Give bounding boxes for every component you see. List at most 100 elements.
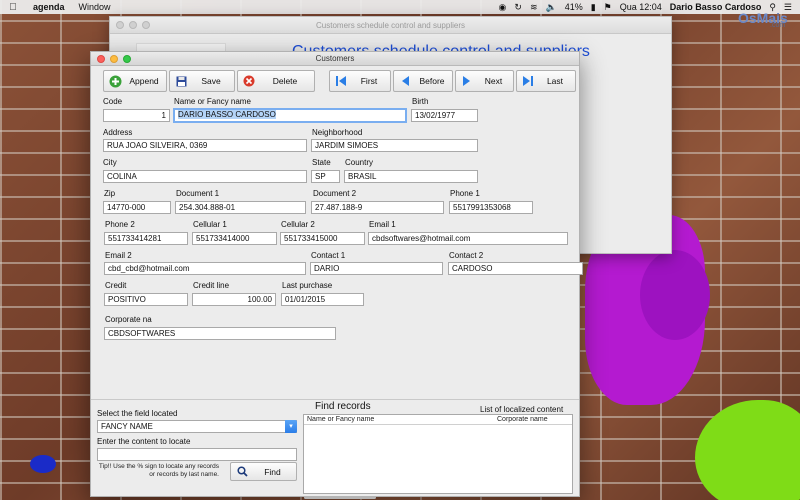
zip-field[interactable]: 14770-000 — [103, 201, 171, 214]
column-header-name[interactable]: Name or Fancy name — [304, 415, 494, 424]
country-label: Country — [345, 158, 374, 167]
battery-icon: ▮ — [590, 1, 596, 12]
next-button[interactable]: Next — [455, 70, 514, 92]
email2-label: Email 2 — [105, 251, 132, 260]
customers-window[interactable]: Customers Append Save Delete First Befor… — [90, 51, 583, 499]
clock[interactable]: Qua 12:04 — [620, 2, 662, 12]
close-icon[interactable] — [97, 55, 105, 63]
battery-percent[interactable]: 41% — [565, 2, 583, 12]
results-header: Name or Fancy name Corporate name — [304, 415, 572, 425]
state-label: State — [312, 158, 331, 167]
close-icon[interactable] — [116, 21, 124, 29]
zip-label: Zip — [104, 189, 116, 198]
window-title: Customers — [315, 54, 355, 63]
floppy-icon — [174, 74, 188, 88]
document1-label: Document 1 — [176, 189, 220, 198]
find-records-title: Find records — [315, 401, 371, 412]
delete-button[interactable]: Delete — [237, 70, 315, 92]
code-label: Code — [103, 97, 123, 106]
name-label: Name or Fancy name — [174, 97, 251, 106]
email1-label: Email 1 — [369, 220, 396, 229]
birth-field[interactable]: 13/02/1977 — [411, 109, 478, 122]
zoom-icon[interactable] — [142, 21, 150, 29]
first-button[interactable]: First — [329, 70, 391, 92]
contact2-field[interactable]: CARDOSO — [448, 262, 583, 275]
email1-field[interactable]: cbdsoftwares@hotmail.com — [368, 232, 568, 245]
cellular1-field[interactable]: 551733414000 — [192, 232, 277, 245]
save-button[interactable]: Save — [169, 70, 235, 92]
phone1-label: Phone 1 — [450, 189, 480, 198]
birth-label: Birth — [412, 97, 429, 106]
phone2-field[interactable]: 551733414281 — [104, 232, 188, 245]
field-select[interactable]: FANCY NAME ▾ — [97, 420, 297, 433]
flag-icon[interactable]: ⚑ — [604, 2, 612, 13]
column-header-corporate[interactable]: Corporate name — [494, 415, 572, 424]
credit-line-field[interactable]: 100.00 — [192, 293, 276, 306]
document2-field[interactable]: 27.487.188-9 — [311, 201, 444, 214]
last-button[interactable]: Last — [516, 70, 576, 92]
corporate-label: Corporate na — [105, 315, 152, 324]
neighborhood-field[interactable]: JARDIM SIMOES — [311, 139, 478, 152]
city-field[interactable]: COLINA — [103, 170, 307, 183]
document1-field[interactable]: 254.304.888-01 — [175, 201, 306, 214]
chevron-down-icon: ▾ — [285, 420, 297, 433]
app-menu[interactable]: agenda — [26, 2, 72, 12]
first-record-icon — [334, 74, 348, 88]
list-title: List of localized content — [480, 405, 564, 414]
delete-icon — [242, 74, 256, 88]
back-window-title: Customers schedule control and suppliers — [316, 21, 465, 30]
green-paint-splash — [695, 400, 800, 500]
purple-paint-splash — [640, 250, 710, 340]
cellular2-label: Cellular 2 — [281, 220, 315, 229]
contact1-label: Contact 1 — [311, 251, 346, 260]
neighborhood-label: Neighborhood — [312, 128, 363, 137]
next-icon — [460, 74, 474, 88]
dropbox-icon[interactable]: ◉ — [499, 2, 507, 13]
address-field[interactable]: RUA JOAO SILVEIRA, 0369 — [103, 139, 307, 152]
city-label: City — [103, 158, 117, 167]
content-label: Enter the content to locate — [97, 437, 191, 446]
window-menu[interactable]: Window — [72, 2, 118, 12]
cellular1-label: Cellular 1 — [193, 220, 227, 229]
contact2-label: Contact 2 — [449, 251, 484, 260]
state-field[interactable]: SP — [311, 170, 340, 183]
back-window-titlebar[interactable]: Customers schedule control and suppliers — [110, 17, 671, 34]
credit-label: Credit — [105, 281, 127, 290]
credit-field[interactable]: POSITIVO — [104, 293, 188, 306]
sync-icon[interactable]: ↻ — [514, 2, 522, 13]
contact1-field[interactable]: DARIO — [310, 262, 443, 275]
search-icon — [235, 465, 249, 479]
horizontal-scrollbar[interactable] — [304, 496, 376, 499]
zoom-icon[interactable] — [123, 55, 131, 63]
wifi-icon[interactable]: ≋ — [530, 2, 538, 13]
phone2-label: Phone 2 — [105, 220, 135, 229]
last-purchase-label: Last purchase — [282, 281, 333, 290]
last-record-icon — [521, 74, 535, 88]
minimize-icon[interactable] — [129, 21, 137, 29]
before-button[interactable]: Before — [393, 70, 453, 92]
find-button[interactable]: Find — [230, 462, 297, 481]
blue-paint-splash — [30, 455, 56, 473]
apple-menu-icon[interactable]:  — [0, 2, 26, 13]
content-input[interactable] — [97, 448, 297, 461]
country-field[interactable]: BRASIL — [344, 170, 478, 183]
volume-icon[interactable]: 🔈 — [545, 2, 556, 13]
name-field[interactable]: DARIO BASSO CARDOSO — [173, 108, 407, 123]
logo-suffix: .com — [770, 22, 786, 29]
cellular2-field[interactable]: 551733415000 — [280, 232, 365, 245]
results-list[interactable]: Name or Fancy name Corporate name — [303, 414, 573, 494]
append-button[interactable]: Append — [103, 70, 167, 92]
phone1-field[interactable]: 5517991353068 — [449, 201, 533, 214]
previous-icon — [398, 74, 412, 88]
code-field[interactable]: 1 — [103, 109, 170, 122]
minimize-icon[interactable] — [110, 55, 118, 63]
window-titlebar[interactable]: Customers — [91, 52, 579, 66]
address-label: Address — [103, 128, 133, 137]
menu-bar:  agenda Window ◉ ↻ ≋ 🔈 41% ▮ ⚑ Qua 12:0… — [0, 0, 800, 14]
email2-field[interactable]: cbd_cbd@hotmail.com — [104, 262, 306, 275]
add-icon — [108, 74, 122, 88]
tip-text: Tip!! Use the % sign to locate any recor… — [98, 463, 219, 478]
last-purchase-field[interactable]: 01/01/2015 — [281, 293, 364, 306]
find-panel: Select the field located FANCY NAME ▾ En… — [91, 399, 579, 499]
corporate-field[interactable]: CBDSOFTWARES — [104, 327, 336, 340]
